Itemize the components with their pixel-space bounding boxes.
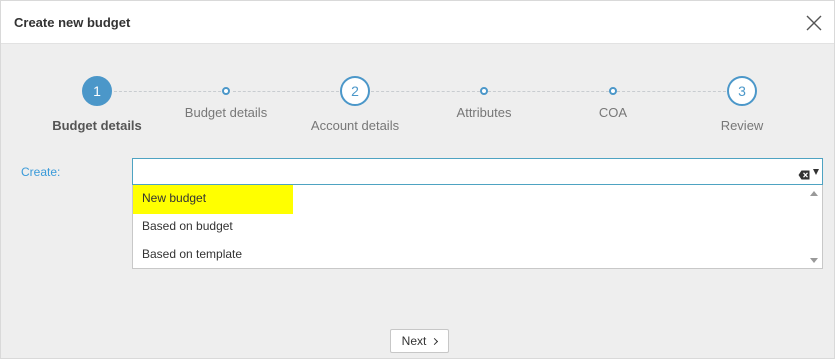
- chevron-right-icon: [431, 337, 439, 345]
- create-label: Create:: [21, 165, 61, 179]
- create-dropdown-list: New budget Based on budget Based on temp…: [132, 185, 823, 269]
- dialog-header: Create new budget: [1, 1, 834, 44]
- next-button[interactable]: Next: [390, 329, 449, 353]
- next-button-label: Next: [401, 334, 427, 348]
- substep-label-attributes: Attributes: [456, 105, 512, 120]
- step-connector: [114, 91, 226, 92]
- option-label: Based on budget: [142, 219, 233, 233]
- dialog-title: Create new budget: [14, 15, 131, 30]
- dropdown-option-based-on-budget[interactable]: Based on budget: [133, 213, 809, 240]
- step-1-circle[interactable]: 1: [82, 76, 112, 106]
- substep-attributes-dot[interactable]: [480, 87, 488, 95]
- dropdown-scrollbar[interactable]: [807, 185, 822, 269]
- substep-coa-dot[interactable]: [609, 87, 617, 95]
- step-connector: [488, 91, 609, 92]
- close-icon[interactable]: [804, 13, 824, 33]
- scroll-up-icon[interactable]: [810, 191, 818, 196]
- step-connector: [233, 91, 339, 92]
- scroll-down-icon[interactable]: [810, 258, 818, 263]
- step-label-budget-details: Budget details: [52, 118, 142, 133]
- create-combobox[interactable]: [132, 158, 823, 185]
- chevron-down-icon[interactable]: [813, 169, 819, 175]
- step-2-circle[interactable]: 2: [340, 76, 370, 106]
- clear-input-icon[interactable]: [798, 167, 810, 180]
- option-label: New budget: [142, 191, 207, 205]
- step-label-review: Review: [720, 118, 764, 133]
- create-budget-dialog: Create new budget 1 2 3 Budget details B…: [0, 0, 835, 359]
- dropdown-option-based-on-template[interactable]: Based on template: [133, 241, 809, 268]
- create-input[interactable]: [133, 159, 793, 184]
- step-3-circle[interactable]: 3: [727, 76, 757, 106]
- step-connector: [617, 91, 726, 92]
- dropdown-option-new-budget[interactable]: New budget: [133, 185, 809, 214]
- substep-label-budget-details: Budget details: [184, 105, 268, 120]
- substep-budget-details-dot[interactable]: [222, 87, 230, 95]
- option-label: Based on template: [142, 247, 243, 261]
- step-label-account-details: Account details: [310, 118, 400, 133]
- substep-label-coa: COA: [598, 105, 628, 120]
- step-connector: [371, 91, 480, 92]
